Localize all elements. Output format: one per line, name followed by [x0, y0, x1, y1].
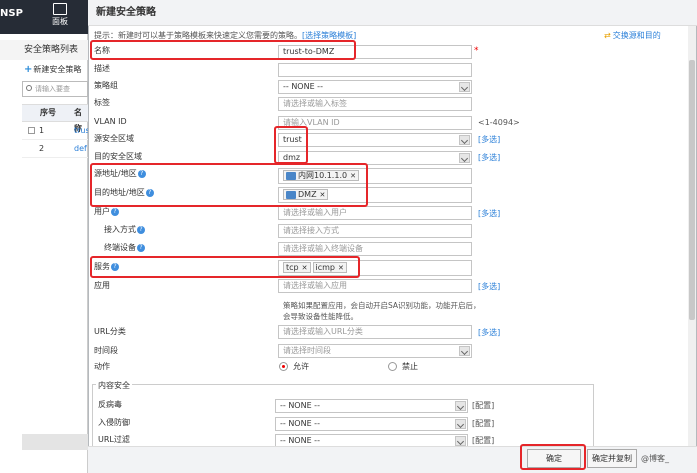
help-icon[interactable]: ? — [111, 207, 119, 216]
col-seq: 序号 — [40, 108, 56, 117]
add-policy-button[interactable]: +新建安全策略 — [24, 64, 81, 75]
ips-label: 入侵防御 — [98, 418, 130, 427]
desc-label: 描述 — [94, 64, 110, 73]
antivirus-config-link[interactable]: [配置] — [472, 400, 494, 411]
scrollbar-thumb[interactable] — [689, 60, 695, 320]
access-label: 接入方式? — [104, 224, 145, 236]
user-label-text: 用户 — [94, 207, 110, 216]
url-input[interactable]: 请选择或输入URL分类 — [278, 325, 472, 339]
table-row[interactable]: 2 def — [22, 140, 88, 158]
tip-text: 提示：新建时可以基于策略模板来快速定义您需要的策略。 — [94, 31, 302, 40]
chevron-down-icon[interactable] — [459, 153, 470, 163]
access-input[interactable]: 请选择接入方式 — [278, 224, 472, 238]
url-filter-config-link[interactable]: [配置] — [472, 435, 494, 446]
device-label-text: 终端设备 — [104, 243, 136, 252]
watermark: @博客_ — [641, 454, 669, 463]
swap-src-dst-button[interactable]: ⇄ 交换源和目的 — [604, 30, 661, 41]
row-seq: 2 — [39, 144, 45, 153]
ips-select[interactable]: -- NONE -- — [275, 417, 468, 431]
vlan-range-hint: <1-4094> — [478, 118, 520, 127]
action-deny-radio[interactable]: 禁止 — [388, 361, 418, 372]
radio-icon — [388, 362, 397, 371]
dst-zone-multi-select[interactable]: [多选] — [478, 152, 500, 163]
dialog-title: 新建安全策略 — [88, 0, 697, 26]
antivirus-select[interactable]: -- NONE -- — [275, 399, 468, 413]
chevron-down-icon[interactable] — [459, 135, 470, 145]
chevron-down-icon[interactable] — [455, 401, 466, 411]
action-allow-radio[interactable]: 允许 — [279, 361, 309, 372]
swap-icon: ⇄ — [604, 31, 611, 40]
tag-input[interactable]: 请选择或输入标签 — [278, 97, 472, 111]
ips-config-link[interactable]: [配置] — [472, 418, 494, 429]
select-template-link[interactable]: [选择策略模板] — [302, 31, 356, 40]
chevron-down-icon[interactable] — [459, 82, 470, 92]
row-seq: 1 — [39, 126, 45, 135]
url-filter-label: URL过滤 — [98, 435, 130, 444]
group-select[interactable]: -- NONE -- — [278, 80, 472, 94]
policy-table-header: 序号 名称 — [22, 104, 88, 133]
chevron-down-icon[interactable] — [455, 436, 466, 446]
user-multi-select[interactable]: [多选] — [478, 208, 500, 219]
app-label: 应用 — [94, 281, 110, 290]
policy-search-input[interactable]: 请输入要查 — [22, 81, 88, 97]
url-multi-select[interactable]: [多选] — [478, 327, 500, 338]
antivirus-value: -- NONE -- — [280, 401, 320, 410]
dashboard-nav[interactable]: 面板 — [46, 2, 74, 27]
vlan-label: VLAN ID — [94, 117, 127, 126]
highlight-ok — [520, 444, 586, 470]
swap-label: 交换源和目的 — [612, 31, 661, 40]
highlight-address — [90, 163, 368, 207]
table-row[interactable]: 1 trus — [22, 122, 90, 140]
highlight-name — [90, 40, 356, 60]
device-label: 终端设备? — [104, 242, 145, 254]
confirm-copy-button[interactable]: 确定并复制 — [587, 449, 637, 468]
row-checkbox[interactable] — [28, 127, 35, 134]
group-label: 策略组 — [94, 81, 118, 90]
chevron-down-icon[interactable] — [455, 419, 466, 429]
radio-selected-icon — [279, 362, 288, 371]
app-multi-select[interactable]: [多选] — [478, 281, 500, 292]
policy-list-title: 安全策略列表 — [0, 40, 88, 60]
action-label: 动作 — [94, 362, 110, 371]
help-icon[interactable]: ? — [137, 225, 145, 234]
content-security-title: 内容安全 — [96, 380, 132, 391]
help-icon[interactable]: ? — [137, 243, 145, 252]
plus-icon: + — [24, 64, 33, 75]
search-placeholder: 请输入要查 — [35, 85, 70, 93]
time-placeholder: 请选择时间段 — [283, 346, 331, 355]
desc-input[interactable] — [278, 63, 472, 77]
url-filter-value: -- NONE -- — [280, 436, 320, 445]
user-input[interactable]: 请选择或输入用户 — [278, 206, 472, 220]
dst-zone-label: 目的安全区域 — [94, 152, 142, 161]
dashboard-label: 面板 — [52, 17, 68, 26]
ips-value: -- NONE -- — [280, 419, 320, 428]
highlight-zones — [274, 126, 308, 164]
user-label: 用户? — [94, 206, 119, 218]
src-zone-multi-select[interactable]: [多选] — [478, 134, 500, 145]
access-label-text: 接入方式 — [104, 225, 136, 234]
allow-label: 允许 — [293, 362, 309, 371]
device-input[interactable]: 请选择或输入终端设备 — [278, 242, 472, 256]
app-note: 策略如果配置应用，会自动开启SA识别功能，功能开启后，会导致设备性能降低。 — [283, 301, 481, 321]
dashboard-icon — [53, 3, 67, 15]
app-input[interactable]: 请选择或输入应用 — [278, 279, 472, 293]
left-panel-scrollbar[interactable] — [22, 434, 88, 450]
add-policy-label: 新建安全策略 — [33, 65, 82, 74]
time-select[interactable]: 请选择时间段 — [278, 344, 472, 358]
highlight-service — [90, 256, 360, 278]
deny-label: 禁止 — [402, 362, 418, 371]
tag-label: 标签 — [94, 98, 110, 107]
required-mark: * — [474, 46, 479, 56]
search-icon — [26, 85, 32, 91]
src-zone-label: 源安全区域 — [94, 134, 134, 143]
row-name[interactable]: def — [74, 140, 87, 158]
left-panel — [0, 34, 88, 473]
chevron-down-icon[interactable] — [459, 346, 470, 356]
antivirus-label: 反病毒 — [98, 400, 122, 409]
time-label: 时间段 — [94, 346, 118, 355]
brand-logo: NSP — [0, 8, 23, 19]
group-value: -- NONE -- — [283, 82, 323, 91]
url-label: URL分类 — [94, 327, 126, 336]
